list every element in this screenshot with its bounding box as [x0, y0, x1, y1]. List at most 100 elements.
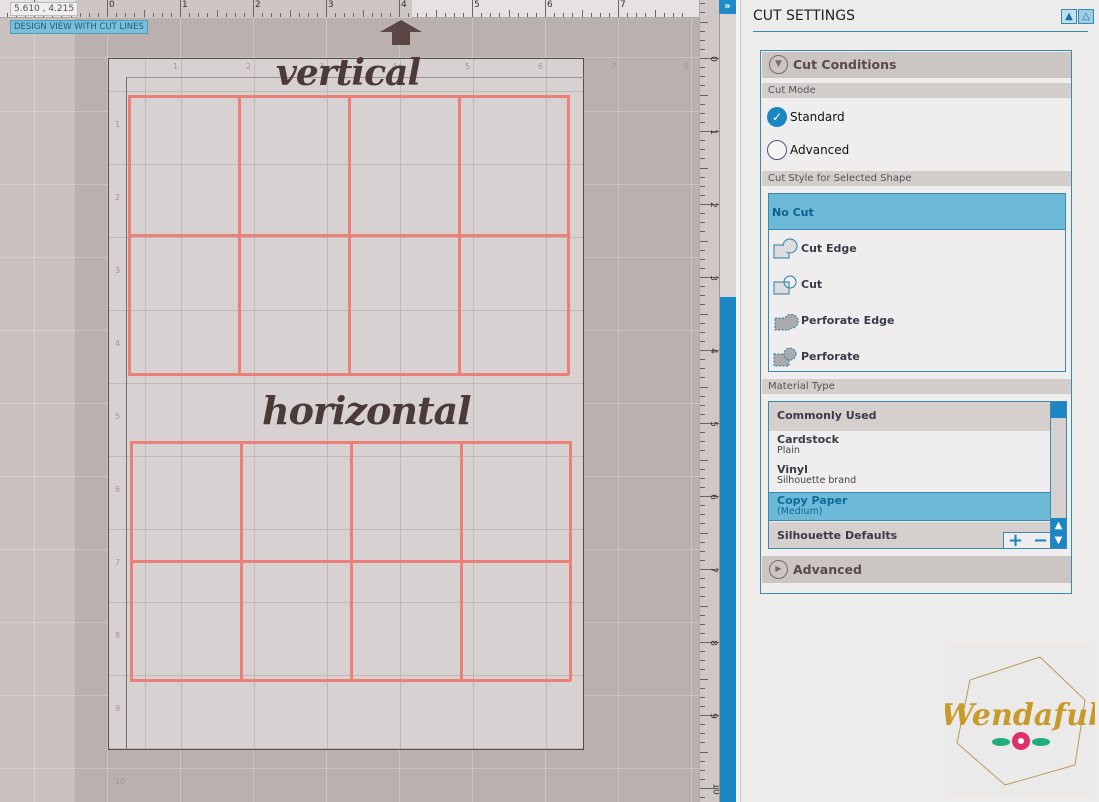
horizontal-cut-grid-line[interactable] [130, 560, 571, 563]
ruler-tick [161, 13, 163, 17]
page-column-number: 5 [465, 62, 471, 71]
ruler-tick [700, 231, 705, 233]
horizontal-cut-grid-line[interactable] [130, 441, 571, 444]
vertical-cut-grid-line[interactable] [128, 95, 569, 98]
ruler-tick [700, 660, 705, 662]
cut-style-perforate[interactable]: Perforate [769, 338, 1065, 374]
ruler-tick [170, 13, 172, 17]
collapse-panel-button[interactable]: » [719, 0, 736, 14]
ruler-tick [545, 0, 546, 17]
ruler-tick [435, 10, 437, 17]
horizontal-cut-grid-line[interactable] [130, 679, 571, 682]
ruler-tick [700, 112, 705, 114]
ruler-tick [116, 13, 118, 17]
word-vertical[interactable]: vertical [276, 52, 421, 94]
cut-style-perforate-edge[interactable]: Perforate Edge [769, 302, 1065, 338]
material-item-copy-paper[interactable]: Copy Paper (Medium) [769, 492, 1050, 521]
svg-text:Wendaful: Wendaful [945, 698, 1095, 733]
scrollbar-thumb[interactable] [720, 297, 736, 802]
ruler-tick [700, 158, 705, 160]
ruler-tick [307, 13, 309, 17]
ruler-tick [700, 459, 708, 461]
advanced-header[interactable]: ▶ Advanced [762, 556, 1071, 583]
ruler-tick [700, 797, 705, 799]
ruler-label: 3 [707, 275, 718, 281]
page-row-number: 5 [115, 412, 121, 421]
ruler-tick [672, 13, 674, 17]
ruler-tick [189, 13, 191, 17]
ruler-tick [700, 778, 705, 780]
cut-conditions-header[interactable]: ▼ Cut Conditions [762, 52, 1071, 78]
triangle-outline-icon[interactable]: △ [1078, 9, 1094, 24]
ruler-tick [700, 240, 708, 242]
ruler-label: 10 [710, 783, 719, 795]
cut-style-no-cut[interactable]: No Cut [769, 194, 1065, 230]
ruler-tick [700, 505, 705, 507]
cut-style-cut[interactable]: Cut [769, 266, 1065, 302]
ruler-tick [700, 21, 708, 23]
material-item-cardstock[interactable]: Cardstock Plain [769, 433, 1050, 463]
ruler-label: 7 [620, 0, 626, 10]
page-row-number: 7 [115, 558, 121, 567]
radio-label: Standard [790, 110, 845, 124]
ruler-tick [700, 76, 705, 78]
ruler-tick [700, 267, 705, 269]
ruler-tick [700, 413, 705, 415]
perforate-icon [773, 347, 797, 367]
material-group-commonly-used[interactable]: Commonly Used [769, 402, 1050, 431]
vertical-cut-grid-line[interactable] [128, 373, 569, 376]
material-item-vinyl[interactable]: Vinyl Silhouette brand [769, 463, 1050, 492]
ruler-tick [700, 377, 705, 379]
ruler-tick [700, 3, 705, 5]
scroll-up-icon[interactable]: ▲ [1051, 518, 1066, 533]
ruler-tick [700, 541, 705, 543]
vertical-ruler: 0 1 2 3 4 5 6 7 8 9 10 [699, 0, 719, 802]
ruler-tick [608, 13, 610, 17]
page-column-number: 7 [611, 62, 617, 71]
material-scrollbar[interactable]: ▲ ▼ [1050, 401, 1067, 549]
style-label: Perforate Edge [801, 314, 895, 327]
ruler-tick [700, 322, 705, 324]
ruler-tick [225, 13, 227, 17]
scroll-down-icon[interactable]: ▼ [1051, 533, 1066, 548]
ruler-label: 6 [547, 0, 553, 10]
ruler-tick [517, 13, 519, 17]
ruler-tick [700, 94, 708, 96]
material-scroll-thumb[interactable] [1051, 402, 1066, 418]
ruler-tick [590, 13, 592, 17]
cut-style-cut-edge[interactable]: Cut Edge [769, 230, 1065, 266]
ruler-tick [462, 13, 464, 17]
ruler-tick [700, 39, 705, 41]
page-column-number: 8 [684, 62, 690, 71]
horizontal-ruler: 0 1 2 3 4 5 6 7 [0, 0, 719, 18]
vertical-cut-grid-line[interactable] [128, 234, 569, 237]
ruler-tick [700, 85, 705, 87]
word-horizontal[interactable]: horizontal [262, 388, 472, 433]
design-canvas[interactable]: 1 2 3 4 5 6 7 8 1 2 3 4 5 6 7 8 9 10 vertical horizontal … [0, 0, 719, 802]
page-row-number: 1 [115, 120, 121, 129]
remove-material-button[interactable]: − [1033, 530, 1048, 548]
ruler-tick [107, 0, 108, 17]
ruler-label: 4 [401, 0, 407, 10]
check-icon: ✓ [767, 107, 787, 127]
ruler-tick [280, 13, 282, 17]
ruler-tick [362, 10, 364, 17]
ruler-tick [572, 13, 574, 17]
ruler-tick [700, 48, 705, 50]
ruler-tick [335, 13, 337, 17]
style-label: No Cut [772, 206, 814, 219]
ruler-tick [143, 10, 145, 17]
triangle-filled-icon[interactable]: ▲ [1061, 9, 1077, 24]
ruler-tick [371, 13, 373, 17]
ruler-label: 8 [707, 640, 718, 646]
page-row-number: 10 [115, 777, 126, 786]
add-material-button[interactable]: + [1008, 530, 1023, 548]
ruler-tick [700, 249, 705, 251]
ruler-tick [700, 121, 705, 123]
ruler-tick [234, 13, 236, 17]
ruler-tick [681, 13, 683, 17]
ruler-tick [472, 0, 473, 17]
ruler-tick [125, 13, 127, 17]
material-title: Commonly Used [777, 409, 877, 422]
ruler-tick [253, 0, 254, 17]
